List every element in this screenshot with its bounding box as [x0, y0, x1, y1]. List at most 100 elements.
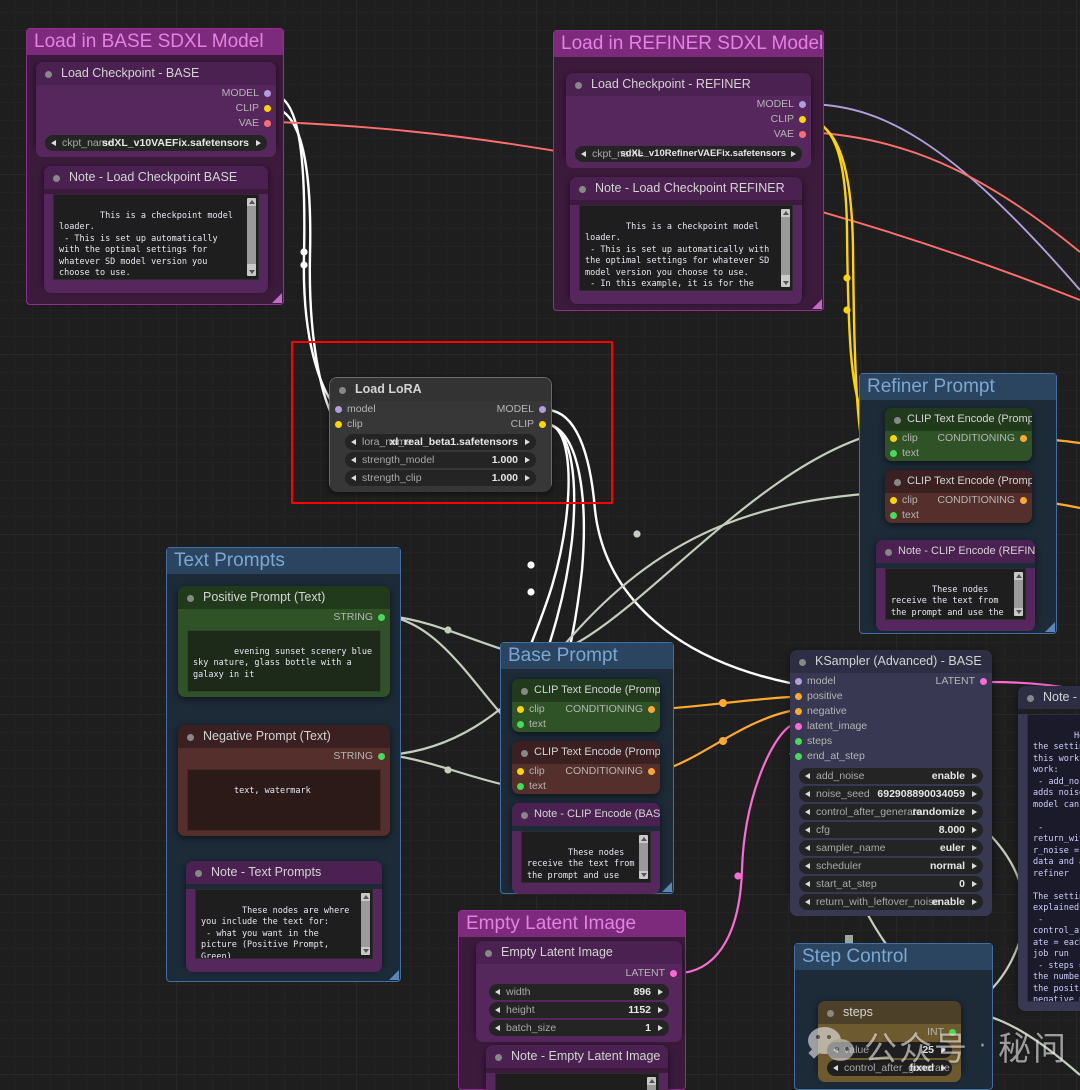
scroll-up-icon[interactable] — [640, 837, 647, 841]
decrement-arrow-icon[interactable] — [805, 880, 810, 887]
widget-width[interactable]: width 896 — [489, 984, 669, 1000]
collapse-dot-icon[interactable] — [521, 688, 528, 695]
note-textarea[interactable]: This is a checkpoint model loader. - Thi… — [579, 205, 793, 291]
decrement-arrow-icon[interactable] — [581, 150, 586, 157]
note-textarea[interactable]: This is a checkpoint model loader. - Thi… — [53, 194, 259, 280]
node-title-bar[interactable]: Note - CLIP Encode (BASE) — [512, 803, 660, 826]
collapse-dot-icon[interactable] — [521, 812, 528, 819]
port-clip-out[interactable] — [799, 116, 806, 123]
note-textarea[interactable]: These nodes receive the text from the pr… — [885, 568, 1026, 620]
port-vae-out[interactable] — [799, 131, 806, 138]
widget-scheduler[interactable]: scheduler normal — [799, 858, 983, 874]
increment-arrow-icon[interactable] — [972, 844, 977, 851]
node-negative-prompt[interactable]: Negative Prompt (Text) STRING text, wate… — [178, 725, 390, 836]
node-title-bar[interactable]: Load Checkpoint - BASE — [36, 62, 276, 85]
port-conditioning-out[interactable] — [648, 706, 655, 713]
widget-strength-model[interactable]: strength_model 1.000 — [345, 452, 536, 468]
node-title-bar[interactable]: steps — [818, 1001, 961, 1024]
node-title-bar[interactable]: Note - CLIP Encode (REFINER) — [876, 540, 1035, 563]
node-load-checkpoint-refiner[interactable]: Load Checkpoint - REFINER MODEL CLIP VAE… — [566, 73, 811, 168]
node-title-bar[interactable]: CLIP Text Encode (Prompt) — [885, 408, 1032, 431]
node-title-bar[interactable]: KSampler (Advanced) - BASE — [790, 650, 992, 673]
node-note-text-prompts[interactable]: Note - Text Prompts These nodes are wher… — [186, 861, 382, 972]
port-clip-in[interactable] — [517, 768, 524, 775]
scrollbar-thumb[interactable] — [639, 843, 648, 871]
collapse-dot-icon[interactable] — [195, 870, 202, 877]
node-note-ksampler-advanced[interactable]: Note - KSampler (Advanced) Here are the … — [1018, 686, 1080, 1011]
increment-arrow-icon[interactable] — [256, 139, 261, 146]
collapse-dot-icon[interactable] — [575, 82, 582, 89]
collapse-dot-icon[interactable] — [495, 1054, 502, 1061]
node-clip-text-encode-refiner-negative[interactable]: CLIP Text Encode (Prompt) clip CONDITION… — [885, 470, 1032, 523]
decrement-arrow-icon[interactable] — [351, 474, 356, 481]
scrollbar[interactable] — [781, 209, 790, 287]
scroll-down-icon[interactable] — [1015, 610, 1022, 614]
scrollbar-thumb[interactable] — [247, 206, 256, 264]
increment-arrow-icon[interactable] — [941, 1064, 946, 1071]
port-negative-in[interactable] — [795, 708, 802, 715]
widget-control-after-generate[interactable]: control_after_generate randomize — [799, 804, 983, 820]
node-note-load-checkpoint-refiner[interactable]: Note - Load Checkpoint REFINER This is a… — [570, 177, 802, 304]
widget-ckpt-name[interactable]: ckpt_name sdXL_v10RefinerVAEFix.safetens… — [575, 146, 802, 162]
note-textarea[interactable]: These nodes receive the text from the pr… — [521, 831, 651, 883]
group-resize-handle[interactable] — [389, 970, 399, 980]
port-conditioning-out[interactable] — [1020, 497, 1027, 504]
note-textarea[interactable]: Here are the settings for this workflow … — [1027, 714, 1080, 1002]
collapse-dot-icon[interactable] — [799, 659, 806, 666]
node-note-clip-encode-base[interactable]: Note - CLIP Encode (BASE) These nodes re… — [512, 803, 660, 894]
scrollbar[interactable] — [639, 835, 648, 879]
port-string-out[interactable] — [378, 753, 385, 760]
decrement-arrow-icon[interactable] — [51, 139, 56, 146]
group-resize-handle[interactable] — [812, 299, 822, 309]
increment-arrow-icon[interactable] — [972, 898, 977, 905]
port-text-in[interactable] — [890, 450, 897, 457]
port-model-out[interactable] — [264, 90, 271, 97]
scroll-up-icon[interactable] — [648, 1079, 655, 1083]
scrollbar[interactable] — [361, 893, 370, 955]
port-latent-image-in[interactable] — [795, 723, 802, 730]
node-title-bar[interactable]: Negative Prompt (Text) — [178, 725, 390, 748]
widget-lora-name[interactable]: lora_name xl_real_beta1.safetensors — [345, 434, 536, 450]
decrement-arrow-icon[interactable] — [805, 826, 810, 833]
group-resize-handle[interactable] — [662, 882, 672, 892]
node-steps-primitive[interactable]: steps INT value 25 control_after_generat… — [818, 1001, 961, 1082]
port-latent-out[interactable] — [980, 678, 987, 685]
collapse-dot-icon[interactable] — [579, 186, 586, 193]
scroll-down-icon[interactable] — [248, 270, 255, 274]
scrollbar-thumb[interactable] — [361, 901, 370, 947]
port-end-at-step-in[interactable] — [795, 753, 802, 760]
node-title-bar[interactable]: CLIP Text Encode (Prompt) — [512, 741, 660, 764]
group-resize-handle[interactable] — [1045, 622, 1055, 632]
decrement-arrow-icon[interactable] — [351, 456, 356, 463]
widget-add-noise[interactable]: add_noise enable — [799, 768, 983, 784]
increment-arrow-icon[interactable] — [972, 790, 977, 797]
scroll-down-icon[interactable] — [362, 949, 369, 953]
negative-prompt-textarea[interactable]: text, watermark — [187, 769, 381, 831]
decrement-arrow-icon[interactable] — [833, 1064, 838, 1071]
node-title-bar[interactable]: Load Checkpoint - REFINER — [566, 73, 811, 96]
node-title-bar[interactable]: CLIP Text Encode (Prompt) — [885, 470, 1032, 493]
increment-arrow-icon[interactable] — [972, 808, 977, 815]
port-clip-in[interactable] — [890, 497, 897, 504]
collapse-dot-icon[interactable] — [187, 595, 194, 602]
scrollbar-thumb[interactable] — [647, 1085, 656, 1090]
port-steps-in[interactable] — [795, 738, 802, 745]
widget-value[interactable]: value 25 — [827, 1042, 952, 1058]
increment-arrow-icon[interactable] — [658, 1024, 663, 1031]
decrement-arrow-icon[interactable] — [495, 988, 500, 995]
collapse-dot-icon[interactable] — [521, 750, 528, 757]
port-int-out[interactable] — [949, 1029, 956, 1036]
collapse-dot-icon[interactable] — [1027, 695, 1034, 702]
node-load-checkpoint-base[interactable]: Load Checkpoint - BASE MODEL CLIP VAE ck… — [36, 62, 276, 157]
port-clip-in[interactable] — [335, 421, 342, 428]
node-positive-prompt[interactable]: Positive Prompt (Text) STRING evening su… — [178, 586, 390, 697]
scrollbar[interactable] — [647, 1077, 656, 1090]
decrement-arrow-icon[interactable] — [805, 790, 810, 797]
port-text-in[interactable] — [517, 783, 524, 790]
node-title-bar[interactable]: CLIP Text Encode (Prompt) — [512, 679, 660, 702]
port-vae-out[interactable] — [264, 120, 271, 127]
node-title-bar[interactable]: Note - Load Checkpoint REFINER — [570, 177, 802, 200]
increment-arrow-icon[interactable] — [525, 456, 530, 463]
scroll-down-icon[interactable] — [782, 281, 789, 285]
port-clip-out[interactable] — [264, 105, 271, 112]
